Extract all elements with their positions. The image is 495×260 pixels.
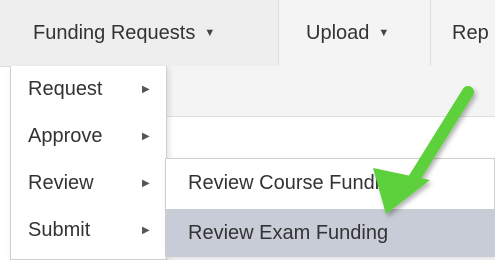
funding-requests-dropdown: Request ▶ Approve ▶ Review ▶ Submit ▶ <box>10 66 167 260</box>
menu-item-label: Approve <box>28 125 103 147</box>
top-navbar: Funding Requests ▼ Upload ▼ Rep <box>0 0 495 67</box>
nav-funding-requests[interactable]: Funding Requests ▼ <box>0 0 278 66</box>
menu-item-approve[interactable]: Approve ▶ <box>11 113 166 160</box>
background-band <box>165 66 495 116</box>
submenu-item-label: Review Course Funding <box>188 171 402 194</box>
menu-item-label: Review <box>28 172 94 194</box>
menu-item-submit[interactable]: Submit ▶ <box>11 207 166 254</box>
submenu-arrow-icon: ▶ <box>142 225 150 236</box>
nav-upload-label: Upload <box>306 21 370 44</box>
submenu-item-review-exam-funding[interactable]: Review Exam Funding <box>166 209 495 257</box>
nav-funding-requests-label: Funding Requests <box>33 21 196 44</box>
menu-item-label: Submit <box>28 219 91 241</box>
menu-item-review[interactable]: Review ▶ <box>11 160 166 207</box>
submenu-arrow-icon: ▶ <box>142 178 150 189</box>
nav-reports-label: Rep <box>452 21 489 44</box>
nav-reports[interactable]: Rep <box>430 0 495 66</box>
review-submenu: Review Course Funding Review Exam Fundin… <box>165 158 495 257</box>
menu-item-request[interactable]: Request ▶ <box>11 66 166 113</box>
caret-down-icon: ▼ <box>378 27 390 39</box>
submenu-item-label: Review Exam Funding <box>188 221 389 244</box>
menu-item-label: Request <box>28 78 103 100</box>
submenu-arrow-icon: ▶ <box>142 84 150 95</box>
caret-down-icon: ▼ <box>204 27 216 39</box>
nav-upload[interactable]: Upload ▼ <box>278 0 430 66</box>
divider <box>165 116 495 117</box>
submenu-item-review-course-funding[interactable]: Review Course Funding <box>166 159 495 207</box>
submenu-arrow-icon: ▶ <box>142 131 150 142</box>
